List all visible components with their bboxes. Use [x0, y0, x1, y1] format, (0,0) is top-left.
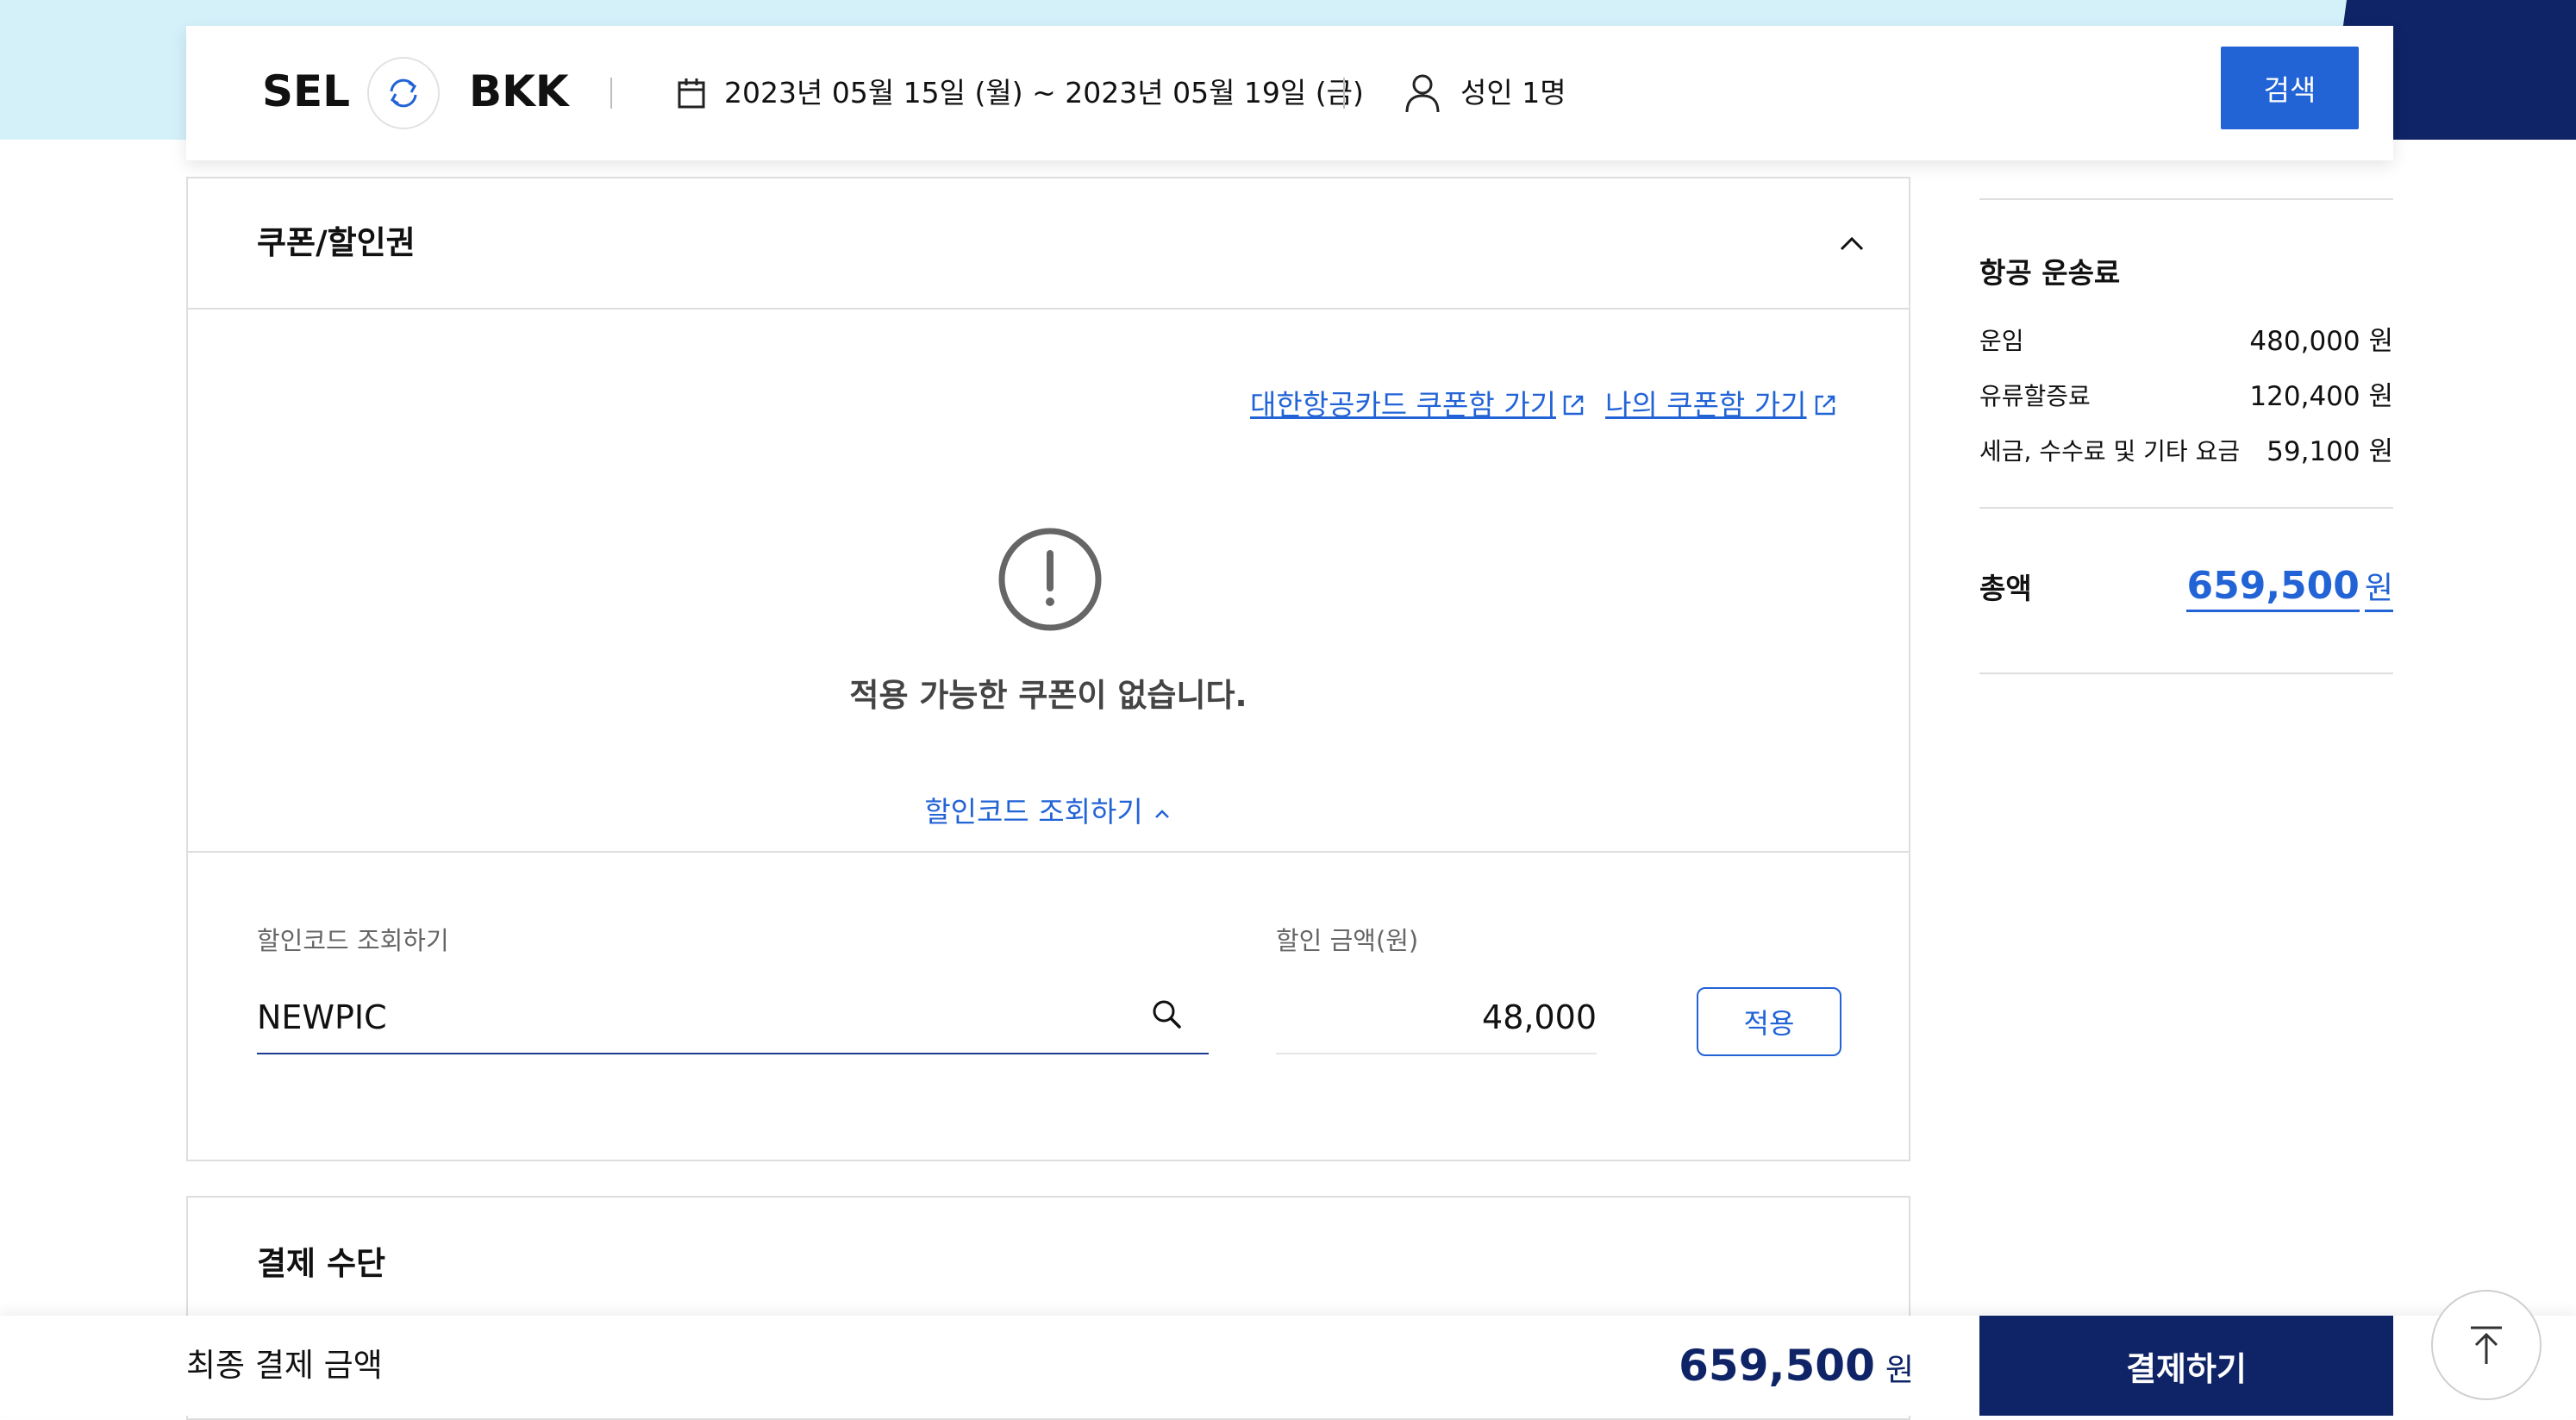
arrow-up-icon — [2471, 1326, 2502, 1364]
flight-search-bar: SEL BKK 2023년 05월 15일 (월) ~ 2023년 05월 19… — [186, 26, 2393, 160]
divider — [1979, 672, 2393, 674]
fare-item-value: 59,100 원 — [2267, 436, 2393, 467]
card-coupon-link[interactable]: 대한항공카드 쿠폰함 가기 — [1250, 384, 1556, 427]
apply-button[interactable]: 적용 — [1697, 987, 1841, 1056]
total-amount-unit[interactable]: 원 — [2364, 571, 2393, 612]
fare-item-value: 480,000 원 — [2249, 326, 2393, 357]
back-to-top-button[interactable] — [2431, 1290, 2542, 1400]
divider — [188, 851, 1909, 853]
search-icon[interactable] — [1150, 998, 1185, 1032]
external-link-icon[interactable] — [1812, 392, 1838, 418]
calendar-icon — [678, 78, 705, 109]
divider — [1979, 198, 2393, 200]
coupon-panel-header[interactable]: 쿠폰/할인권 — [188, 178, 1909, 310]
discount-code-label: 할인코드 조회하기 — [257, 926, 449, 955]
discount-amount-label: 할인 금액(원) — [1276, 926, 1419, 955]
swap-icon — [390, 78, 417, 108]
origin-code[interactable]: SEL — [262, 66, 350, 117]
final-amount-label: 최종 결제 금액 — [186, 1347, 383, 1384]
pay-button[interactable]: 결제하기 — [1979, 1316, 2393, 1416]
external-link-icon[interactable] — [1560, 392, 1586, 418]
passenger-count[interactable]: 성인 1명 — [1460, 71, 1566, 116]
total-amount-value[interactable]: 659,500 — [2186, 564, 2360, 612]
divider — [1343, 78, 1345, 109]
fare-item-label: 운임 — [1979, 327, 2024, 355]
final-amount-unit: 원 — [1885, 1353, 1914, 1388]
my-coupon-link[interactable]: 나의 쿠폰함 가기 — [1605, 384, 1807, 427]
search-button[interactable]: 검색 — [2221, 47, 2359, 129]
travel-dates[interactable]: 2023년 05월 15일 (월) ~ 2023년 05월 19일 (금) — [724, 71, 1364, 116]
swap-route-button[interactable] — [367, 57, 440, 129]
alert-circle-icon — [998, 528, 1102, 631]
person-icon — [1405, 74, 1440, 113]
final-amount-value: 659,500 — [1679, 1341, 1875, 1391]
fare-summary-title: 항공 운송료 — [1979, 256, 2121, 290]
divider — [1979, 507, 2393, 509]
coupon-panel: 쿠폰/할인권 대한항공카드 쿠폰함 가기 나의 쿠폰함 가기 적용 가능한 쿠폰… — [186, 177, 1910, 1161]
no-coupon-message: 적용 가능한 쿠폰이 없습니다. — [849, 677, 1247, 714]
discount-amount-field: 48,000 — [1276, 982, 1597, 1054]
divider — [610, 78, 612, 109]
final-amount: 659,500 원 — [1466, 1331, 1914, 1411]
chevron-up-icon[interactable] — [1152, 804, 1172, 824]
total-label: 총액 — [1979, 572, 2032, 605]
payment-method-title: 결제 수단 — [257, 1245, 386, 1282]
discount-code-toggle-label[interactable]: 할인코드 조회하기 — [924, 795, 1142, 829]
coupon-title: 쿠폰/할인권 — [257, 224, 416, 261]
chevron-up-icon[interactable] — [1835, 227, 1869, 261]
discount-code-toggle[interactable]: 할인코드 조회하기 — [188, 791, 1909, 834]
bottom-payment-bar: 최종 결제 금액 659,500 원 결제하기 — [0, 1316, 2576, 1416]
destination-code[interactable]: BKK — [469, 66, 569, 117]
discount-code-input[interactable] — [257, 982, 1209, 1054]
fare-item-label: 유류할증료 — [1979, 382, 2091, 410]
fare-item-value: 120,400 원 — [2249, 381, 2393, 412]
total-amount[interactable]: 659,500 원 — [2173, 559, 2393, 622]
